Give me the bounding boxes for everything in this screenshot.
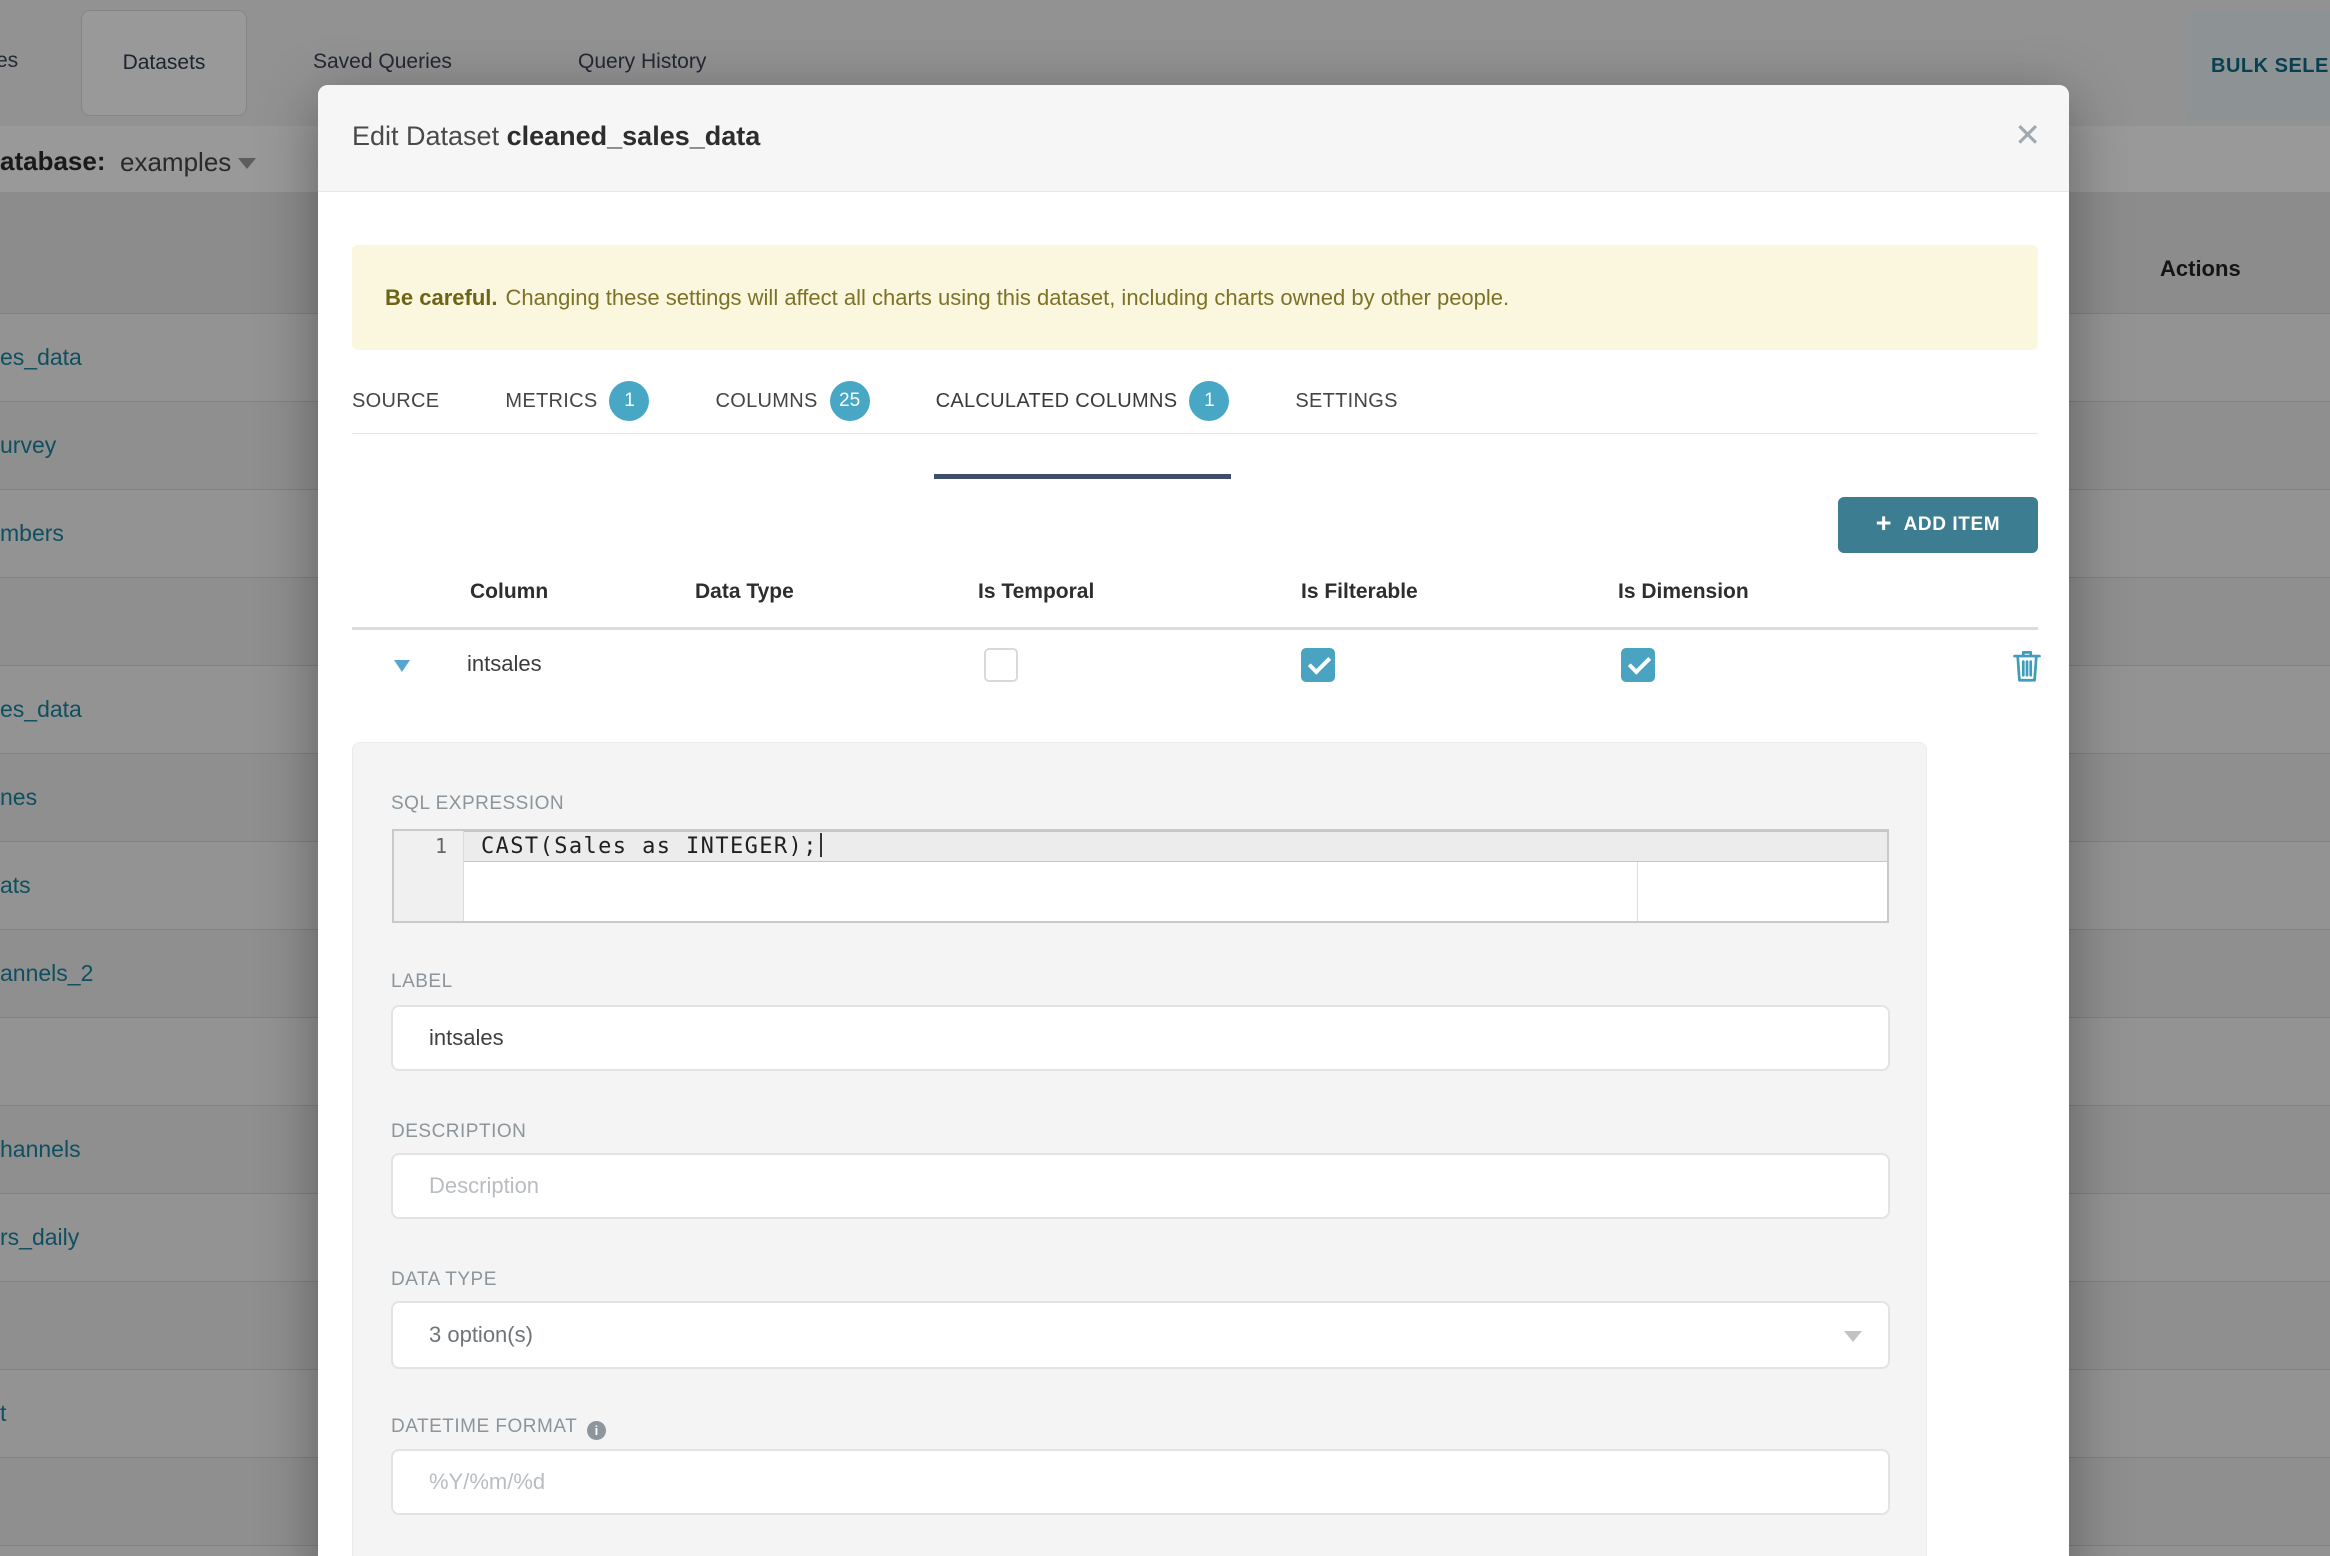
description-input[interactable] <box>391 1153 1890 1219</box>
data-type-field-label: DATA TYPE <box>391 1269 497 1290</box>
editor-line-number: 1 <box>434 834 447 858</box>
warning-text: Changing these settings will affect all … <box>505 284 1510 310</box>
datetime-format-input[interactable] <box>391 1449 1890 1515</box>
sql-expression-label: SQL EXPRESSION <box>391 793 565 814</box>
header-column: Column <box>470 580 549 603</box>
header-is-dimension: Is Dimension <box>1618 580 1749 603</box>
calculated-columns-count-badge: 1 <box>1189 381 1230 421</box>
editor-code-line: CAST(Sales as INTEGER); <box>481 832 822 862</box>
label-input[interactable] <box>391 1005 1890 1071</box>
is-temporal-checkbox[interactable] <box>984 648 1018 682</box>
warning-banner: Be careful. Changing these settings will … <box>352 245 2038 350</box>
label-field-label: LABEL <box>391 971 453 992</box>
tab-settings[interactable]: SETTINGS <box>1295 387 1397 433</box>
chevron-down-icon <box>1844 1331 1862 1342</box>
close-icon[interactable]: ✕ <box>2014 119 2041 151</box>
tab-metrics[interactable]: METRICS 1 <box>505 381 650 433</box>
columns-count-badge: 25 <box>829 381 870 421</box>
header-is-filterable: Is Filterable <box>1301 580 1418 603</box>
description-field-label: DESCRIPTION <box>391 1121 527 1142</box>
modal-header: Edit Dataset cleaned_sales_data ✕ <box>318 85 2069 192</box>
header-is-temporal: Is Temporal <box>978 580 1095 603</box>
text-cursor <box>819 833 822 857</box>
tab-calculated-columns[interactable]: CALCULATED COLUMNS 1 <box>933 381 1232 479</box>
warning-bold: Be careful. <box>385 284 498 310</box>
add-item-button[interactable]: + ADD ITEM <box>1838 497 2038 553</box>
metrics-count-badge: 1 <box>609 381 650 421</box>
calculated-column-detail-panel: SQL EXPRESSION 1 CAST(Sales as INTEGER);… <box>352 742 1927 1556</box>
page: es Datasets Saved Queries Query History … <box>0 0 2330 1556</box>
modal-title-dataset-name: cleaned_sales_data <box>506 121 761 151</box>
trash-icon[interactable] <box>2012 648 2042 689</box>
info-icon[interactable]: i <box>587 1421 607 1440</box>
header-data-type: Data Type <box>695 580 794 603</box>
table-header-rule <box>352 627 2038 630</box>
datetime-format-field-label: DATETIME FORMAT i <box>391 1416 607 1440</box>
tab-columns[interactable]: COLUMNS 25 <box>715 381 870 433</box>
tabs-divider <box>352 433 2038 434</box>
editor-gutter: 1 <box>394 831 464 921</box>
modal-tabs: SOURCE METRICS 1 COLUMNS 25 CALCULATED C… <box>352 381 1398 479</box>
modal-title: Edit Dataset cleaned_sales_data <box>352 121 760 152</box>
is-dimension-checkbox[interactable] <box>1621 648 1655 682</box>
is-filterable-checkbox[interactable] <box>1301 648 1335 682</box>
plus-icon: + <box>1875 508 1892 538</box>
sql-expression-editor[interactable]: 1 CAST(Sales as INTEGER); <box>392 829 1889 923</box>
data-type-select[interactable]: 3 option(s) <box>391 1301 1890 1369</box>
modal-title-prefix: Edit Dataset <box>352 121 500 151</box>
collapse-row-caret-icon[interactable] <box>394 660 410 672</box>
calculated-column-name: intsales <box>467 651 542 676</box>
tab-source[interactable]: SOURCE <box>352 387 439 433</box>
edit-dataset-modal: Edit Dataset cleaned_sales_data ✕ Be car… <box>318 85 2069 1556</box>
